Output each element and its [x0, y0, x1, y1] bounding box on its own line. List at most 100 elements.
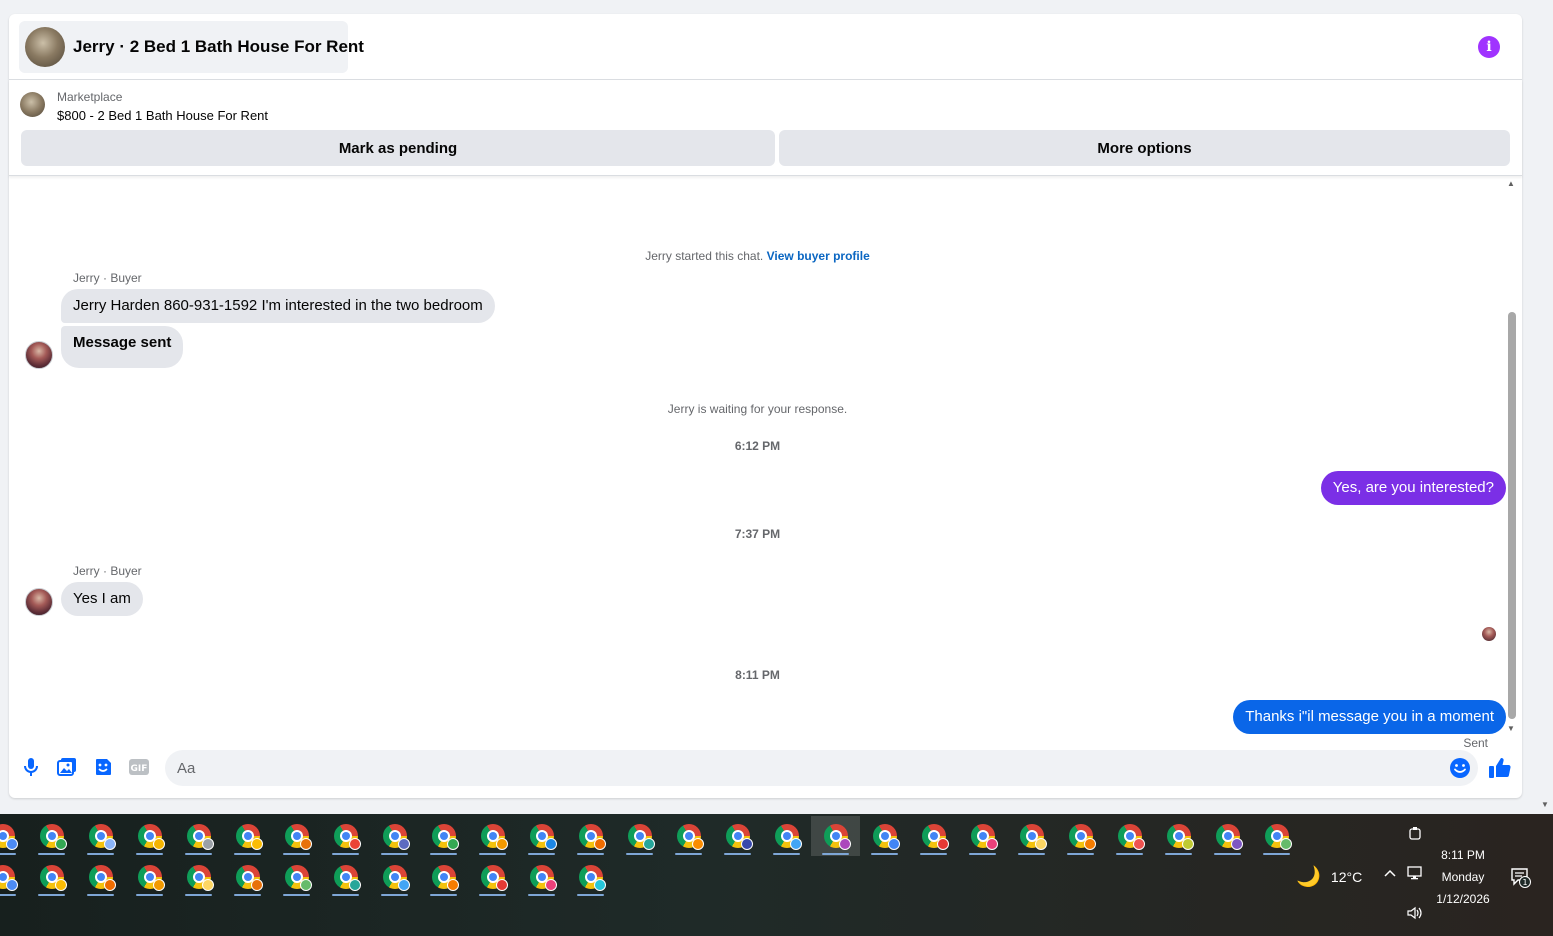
- taskbar-chrome-button[interactable]: [1007, 816, 1056, 856]
- network-icon[interactable]: [1407, 866, 1423, 883]
- system-clock[interactable]: 8:11 PM Monday 1/12/2026: [1430, 844, 1496, 910]
- taskbar-chrome-button[interactable]: [321, 857, 370, 897]
- taskbar-chrome-button[interactable]: [0, 857, 27, 897]
- profile-badge-icon: [790, 838, 802, 850]
- taskbar-chrome-button[interactable]: [174, 857, 223, 897]
- moon-icon: 🌙: [1296, 866, 1321, 888]
- profile-badge-icon: [741, 838, 753, 850]
- photo-icon[interactable]: [56, 756, 78, 778]
- conversation-title: Jerry · 2 Bed 1 Bath House For Rent: [73, 37, 364, 56]
- listing-thumbnail[interactable]: [20, 92, 45, 117]
- profile-badge-icon: [643, 838, 655, 850]
- taskbar-chrome-button[interactable]: [566, 857, 615, 897]
- profile-badge-icon: [447, 879, 459, 891]
- profile-badge-icon: [496, 879, 508, 891]
- taskbar-chrome-button[interactable]: [1252, 816, 1301, 856]
- taskbar-chrome-button[interactable]: [566, 816, 615, 856]
- taskbar-chrome-button[interactable]: [223, 816, 272, 856]
- buyer-avatar[interactable]: [25, 341, 53, 369]
- taskbar-chrome-button[interactable]: [76, 816, 125, 856]
- sticker-icon[interactable]: [92, 756, 114, 778]
- taskbar-chrome-button[interactable]: [272, 816, 321, 856]
- taskbar-chrome-button[interactable]: [419, 857, 468, 897]
- listing-avatar: [25, 27, 65, 67]
- taskbar-chrome-button[interactable]: [370, 857, 419, 897]
- taskbar-chrome-button[interactable]: [762, 816, 811, 856]
- taskbar-chrome-button[interactable]: [517, 857, 566, 897]
- taskbar-chrome-button[interactable]: [1203, 816, 1252, 856]
- listing-name[interactable]: $800 - 2 Bed 1 Bath House For Rent: [57, 108, 268, 123]
- taskbar-chrome-button[interactable]: [321, 816, 370, 856]
- mark-as-pending-button[interactable]: Mark as pending: [21, 130, 775, 166]
- taskbar-chrome-button[interactable]: [860, 816, 909, 856]
- profile-badge-icon: [545, 879, 557, 891]
- incoming-message[interactable]: Yes I am: [61, 582, 143, 616]
- taskbar-chrome-button[interactable]: [909, 816, 958, 856]
- taskbar-chrome-button[interactable]: [615, 816, 664, 856]
- info-icon[interactable]: i: [1478, 36, 1500, 58]
- conversation-title-button[interactable]: Jerry · 2 Bed 1 Bath House For Rent: [19, 21, 364, 73]
- taskbar-chrome-button[interactable]: [76, 857, 125, 897]
- taskbar-chrome-button[interactable]: [223, 857, 272, 897]
- taskbar-chrome-button[interactable]: [272, 857, 321, 897]
- profile-badge-icon: [6, 879, 18, 891]
- scroll-down-arrow-icon[interactable]: ▼: [1507, 724, 1515, 733]
- profile-badge-icon: [153, 838, 165, 850]
- taskbar-chrome-button[interactable]: [27, 857, 76, 897]
- incoming-message[interactable]: Message sent: [61, 326, 184, 368]
- waiting-note: Jerry is waiting for your response.: [667, 402, 848, 416]
- meet-now-icon[interactable]: [1408, 826, 1422, 845]
- taskbar-chrome-button[interactable]: [27, 816, 76, 856]
- chat-started-text: Jerry started this chat.: [645, 249, 764, 263]
- taskbar-chrome-button[interactable]: [468, 857, 517, 897]
- taskbar-chrome-button[interactable]: [664, 816, 713, 856]
- gif-icon[interactable]: GIF: [128, 756, 150, 778]
- message-composer: GIF: [9, 740, 1522, 798]
- outgoing-message[interactable]: Yes, are you interested?: [1320, 471, 1506, 505]
- profile-badge-icon: [251, 879, 263, 891]
- profile-badge-icon: [251, 838, 263, 850]
- volume-icon[interactable]: [1407, 906, 1423, 923]
- taskbar-chrome-button[interactable]: [1105, 816, 1154, 856]
- profile-badge-icon: [839, 838, 851, 850]
- taskbar-chrome-button[interactable]: [517, 816, 566, 856]
- view-buyer-profile-link[interactable]: View buyer profile: [767, 249, 870, 263]
- more-options-button[interactable]: More options: [779, 130, 1510, 166]
- emoji-icon[interactable]: [1449, 757, 1471, 779]
- taskbar-chrome-button[interactable]: [468, 816, 517, 856]
- taskbar-chrome-button[interactable]: [1056, 816, 1105, 856]
- chevron-up-icon[interactable]: [1384, 866, 1396, 881]
- profile-badge-icon: [447, 838, 459, 850]
- message-input[interactable]: [165, 750, 1478, 786]
- incoming-message[interactable]: Jerry Harden 860-931-1592 I'm interested…: [61, 289, 495, 323]
- profile-badge-icon: [1182, 838, 1194, 850]
- taskbar-chrome-button[interactable]: [0, 816, 27, 856]
- weather-widget[interactable]: 🌙 12°C: [1296, 864, 1362, 889]
- profile-badge-icon: [55, 879, 67, 891]
- notification-center-icon[interactable]: 1: [1509, 866, 1531, 888]
- scroll-up-arrow-icon[interactable]: ▲: [1507, 179, 1515, 188]
- message-scrollbar[interactable]: ▲ ▼: [1506, 179, 1518, 737]
- page-scroll-down-icon[interactable]: ▼: [1541, 800, 1549, 809]
- profile-badge-icon: [6, 838, 18, 850]
- sender-label: Jerry · Buyer: [73, 271, 142, 285]
- taskbar-chrome-button[interactable]: [419, 816, 468, 856]
- thumbs-up-icon[interactable]: [1488, 756, 1512, 780]
- profile-badge-icon: [986, 838, 998, 850]
- microphone-icon[interactable]: [20, 756, 42, 778]
- taskbar-chrome-button[interactable]: [125, 816, 174, 856]
- profile-badge-icon: [1133, 838, 1145, 850]
- chat-header: Jerry · 2 Bed 1 Bath House For Rent i: [9, 14, 1522, 80]
- outgoing-message[interactable]: Thanks i"il message you in a moment: [1233, 700, 1506, 734]
- taskbar-chrome-button[interactable]: [1154, 816, 1203, 856]
- taskbar-chrome-button[interactable]: [125, 857, 174, 897]
- taskbar-chrome-button[interactable]: [958, 816, 1007, 856]
- weather-temperature: 12°C: [1330, 868, 1363, 885]
- taskbar-chrome-button[interactable]: [174, 816, 223, 856]
- scrollbar-thumb[interactable]: [1508, 312, 1516, 719]
- taskbar-chrome-button[interactable]: [713, 816, 762, 856]
- taskbar-chrome-button[interactable]: [811, 816, 860, 856]
- buyer-avatar[interactable]: [25, 588, 53, 616]
- taskbar-chrome-button[interactable]: [370, 816, 419, 856]
- chat-started-note: Jerry started this chat. View buyer prof…: [9, 249, 1506, 263]
